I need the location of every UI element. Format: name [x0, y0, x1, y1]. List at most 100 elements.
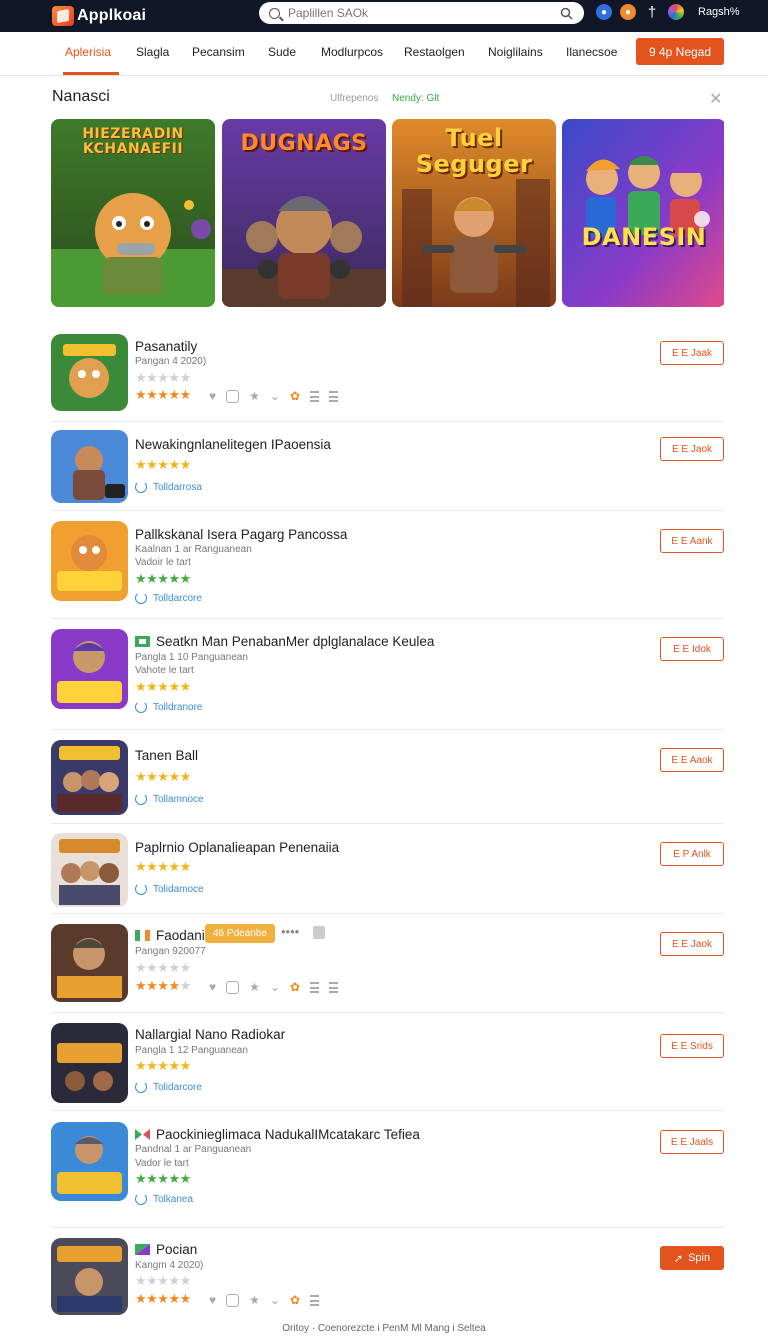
- star-icon[interactable]: ★: [249, 389, 260, 403]
- app-row[interactable]: Faodani 46 Pdeanbe •••• Pangan 920077 ★★…: [51, 923, 724, 1013]
- paw-icon[interactable]: ✿: [290, 389, 300, 403]
- profile-avatar-icon[interactable]: [668, 4, 684, 20]
- app-icon: [51, 334, 128, 411]
- get-button[interactable]: E E Aaok: [660, 748, 724, 772]
- get-button[interactable]: E E Aank: [660, 529, 724, 553]
- app-link[interactable]: Tolidamoce: [135, 883, 204, 895]
- rating-stars-empty: ★★★★★: [135, 1273, 191, 1288]
- nav-item-0[interactable]: Aplerisia: [62, 32, 120, 75]
- search-submit-button[interactable]: [558, 5, 574, 21]
- nav-item-5[interactable]: Restaolgen: [404, 32, 465, 75]
- chevron-down-icon[interactable]: ⌄: [270, 389, 280, 403]
- magnifier-icon: [560, 7, 573, 20]
- app-name[interactable]: Paockinieglimaca NadukalIMcatakarc Tefie…: [135, 1127, 420, 1142]
- list-icon[interactable]: [310, 981, 320, 993]
- app-link[interactable]: Tollamnoce: [135, 793, 204, 805]
- app-link[interactable]: Tolldarcore: [135, 592, 202, 604]
- app-icon: [51, 1122, 128, 1201]
- notification-icon[interactable]: ●: [596, 4, 612, 20]
- rating-stars: ★★★★★: [135, 859, 191, 874]
- app-row[interactable]: Pasanatily Pangan 4 2020) ★★★★★ ★★★★★ ♥ …: [51, 334, 724, 422]
- brand-name: Applkoai: [77, 7, 147, 24]
- menu-icon[interactable]: [329, 390, 339, 402]
- share-icon[interactable]: [226, 980, 240, 994]
- app-name[interactable]: Pasanatily: [135, 339, 197, 354]
- top-bar: Applkoai ● ● † Ragsh%: [0, 0, 768, 32]
- app-link[interactable]: Tolldarrosa: [135, 481, 202, 493]
- brand-logo[interactable]: Applkoai: [52, 6, 146, 26]
- nav-cta-button[interactable]: 9 4p Negad: [636, 38, 724, 65]
- app-name[interactable]: Pallkskanal Isera Pagarg Pancossa: [135, 527, 347, 542]
- menu-icon[interactable]: [310, 1294, 320, 1306]
- app-row[interactable]: Tanen Ball ★★★★★ Tollamnoce E E Aaok: [51, 739, 724, 824]
- flag-icon: [135, 930, 150, 941]
- rating-stars: ★★★★★: [135, 978, 191, 993]
- rating-stars: ★★★★★: [135, 1291, 191, 1306]
- get-button[interactable]: E E Jaok: [660, 932, 724, 956]
- app-row[interactable]: Paplrnio Oplanalieapan Penenaiia ★★★★★ T…: [51, 832, 724, 914]
- app-name[interactable]: Paplrnio Oplanalieapan Penenaiia: [135, 840, 339, 855]
- get-button[interactable]: E E Idok: [660, 637, 724, 661]
- spin-button[interactable]: ➚ Spin: [660, 1246, 724, 1270]
- featured-card-2[interactable]: DUGNAGS: [222, 119, 386, 307]
- heart-icon[interactable]: ♥: [209, 980, 216, 994]
- app-name[interactable]: Tanen Ball: [135, 748, 198, 763]
- star-icon[interactable]: ★: [249, 980, 260, 994]
- app-link[interactable]: Tolkanea: [135, 1193, 193, 1205]
- app-name[interactable]: Pocian: [135, 1242, 197, 1257]
- nav-item-7[interactable]: Ilanecsoe: [566, 32, 617, 75]
- document-icon[interactable]: [313, 926, 325, 939]
- menu-icon[interactable]: [329, 981, 339, 993]
- paw-icon[interactable]: ✿: [290, 980, 300, 994]
- nav-item-2[interactable]: Pecansim: [192, 32, 245, 75]
- section-badge[interactable]: Nendy: Glt: [392, 93, 439, 104]
- nav-item-4[interactable]: Modlurpcos: [321, 32, 383, 75]
- featured-card-3[interactable]: Tuel Seguger: [392, 119, 556, 307]
- featured-card-4[interactable]: DANESIN: [562, 119, 726, 307]
- more-icon[interactable]: ••••: [281, 924, 299, 939]
- app-row[interactable]: Paockinieglimaca NadukalIMcatakarc Tefie…: [51, 1120, 724, 1228]
- get-button[interactable]: E E Jaals: [660, 1130, 724, 1154]
- app-meta: Pangan 920077: [135, 946, 206, 957]
- share-icon[interactable]: [226, 389, 240, 403]
- heart-icon[interactable]: ♥: [209, 1293, 216, 1307]
- get-button[interactable]: E E Jaak: [660, 341, 724, 365]
- nav-item-3[interactable]: Sude: [268, 32, 296, 75]
- app-name[interactable]: Newakingnlanelitegen IPaoensia: [135, 437, 331, 452]
- featured-title-3: Tuel Seguger: [415, 124, 533, 178]
- close-icon[interactable]: ✕: [709, 89, 722, 109]
- heart-icon[interactable]: ♥: [209, 389, 216, 403]
- chevron-down-icon[interactable]: ⌄: [270, 1293, 280, 1307]
- share-icon[interactable]: [226, 1293, 240, 1307]
- app-actions: ♥ ★ ⌄ ✿: [209, 1293, 320, 1307]
- app-store-logo-icon: [52, 6, 74, 26]
- refresh-icon: [135, 1193, 147, 1205]
- app-link[interactable]: Tolldranore: [135, 701, 202, 713]
- list-icon[interactable]: [310, 390, 320, 402]
- refresh-icon: [135, 883, 147, 895]
- app-row[interactable]: Nallargial Nano Radiokar Pangla 1 12 Pan…: [51, 1022, 724, 1111]
- app-row[interactable]: Seatkn Man PenabanMer dplglanalace Keule…: [51, 628, 724, 730]
- app-row[interactable]: Pocian Kangm 4 2020) ★★★★★ ★★★★★ ♥ ★ ⌄ ✿…: [51, 1237, 724, 1319]
- app-row[interactable]: Pallkskanal Isera Pagarg Pancossa Kaalna…: [51, 520, 724, 619]
- app-name[interactable]: Seatkn Man PenabanMer dplglanalace Keule…: [135, 634, 434, 649]
- get-button[interactable]: E E Jaok: [660, 437, 724, 461]
- search-input[interactable]: [288, 6, 558, 20]
- app-row[interactable]: Newakingnlanelitegen IPaoensia ★★★★★ Tol…: [51, 429, 724, 511]
- star-icon[interactable]: ★: [249, 1293, 260, 1307]
- app-link[interactable]: Tolidarcore: [135, 1081, 202, 1093]
- section-link[interactable]: Ulfrepenos: [330, 93, 378, 104]
- cross-icon[interactable]: †: [644, 4, 660, 21]
- nav-item-1[interactable]: Slagla: [136, 32, 169, 75]
- app-name[interactable]: Nallargial Nano Radiokar: [135, 1027, 285, 1042]
- nav-item-6[interactable]: Noiglilains: [488, 32, 543, 75]
- featured-card-1[interactable]: HIEZERADIN KCHANAEFII: [51, 119, 215, 307]
- paw-icon[interactable]: ✿: [290, 1293, 300, 1307]
- app-name[interactable]: Faodani: [135, 928, 205, 943]
- get-button[interactable]: E P Anlk: [660, 842, 724, 866]
- user-label[interactable]: Ragsh%: [698, 6, 740, 18]
- chevron-down-icon[interactable]: ⌄: [270, 980, 280, 994]
- account-icon[interactable]: ●: [620, 4, 636, 20]
- app-name-text: Pocian: [156, 1242, 198, 1257]
- get-button[interactable]: E E Srids: [660, 1034, 724, 1058]
